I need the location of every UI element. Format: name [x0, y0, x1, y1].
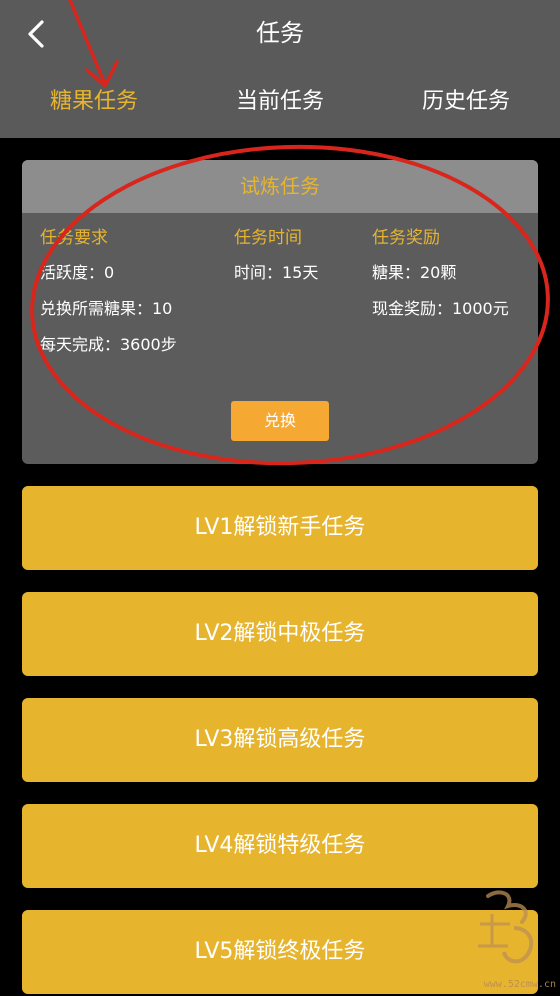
level-2-unlock-button[interactable]: LV2解锁中极任务 — [22, 592, 538, 676]
watermark-text: www.52cmw.cn — [483, 979, 556, 990]
level-4-unlock-button[interactable]: LV4解锁特级任务 — [22, 804, 538, 888]
tab-history-tasks[interactable]: 历史任务 — [392, 82, 540, 122]
time-column: 任务时间 时间：15天 — [234, 226, 364, 296]
exchange-button[interactable]: 兑换 — [231, 401, 329, 441]
trial-task-title: 试炼任务 — [22, 160, 538, 213]
level-3-unlock-button[interactable]: LV3解锁高级任务 — [22, 698, 538, 782]
time-heading: 任务时间 — [234, 228, 302, 248]
requirements-heading: 任务要求 — [40, 228, 108, 248]
cash-reward: 现金奖励：1000元 — [372, 299, 509, 318]
duration-value: 时间：15天 — [234, 263, 319, 282]
level-1-unlock-button[interactable]: LV1解锁新手任务 — [22, 486, 538, 570]
top-bar: 任务 糖果任务 当前任务 历史任务 — [0, 0, 560, 138]
tab-bar: 糖果任务 当前任务 历史任务 — [0, 82, 560, 122]
reward-column: 任务奖励 糖果：20颗 现金奖励：1000元 — [372, 226, 538, 332]
trial-task-card: 试炼任务 任务要求 活跃度：0 兑换所需糖果：10 每天完成：3600步 任务时… — [22, 160, 538, 464]
daily-steps: 每天完成：3600步 — [40, 335, 177, 354]
candy-reward: 糖果：20颗 — [372, 263, 457, 282]
activity-requirement: 活跃度：0 — [40, 263, 115, 282]
tab-current-tasks[interactable]: 当前任务 — [205, 82, 355, 122]
candy-cost: 兑换所需糖果：10 — [40, 299, 173, 318]
reward-heading: 任务奖励 — [372, 228, 440, 248]
page-title: 任务 — [256, 19, 304, 47]
requirements-column: 任务要求 活跃度：0 兑换所需糖果：10 每天完成：3600步 — [40, 226, 240, 368]
level-5-unlock-button[interactable]: LV5解锁终极任务 — [22, 910, 538, 994]
tab-candy-tasks[interactable]: 糖果任务 — [20, 82, 168, 122]
